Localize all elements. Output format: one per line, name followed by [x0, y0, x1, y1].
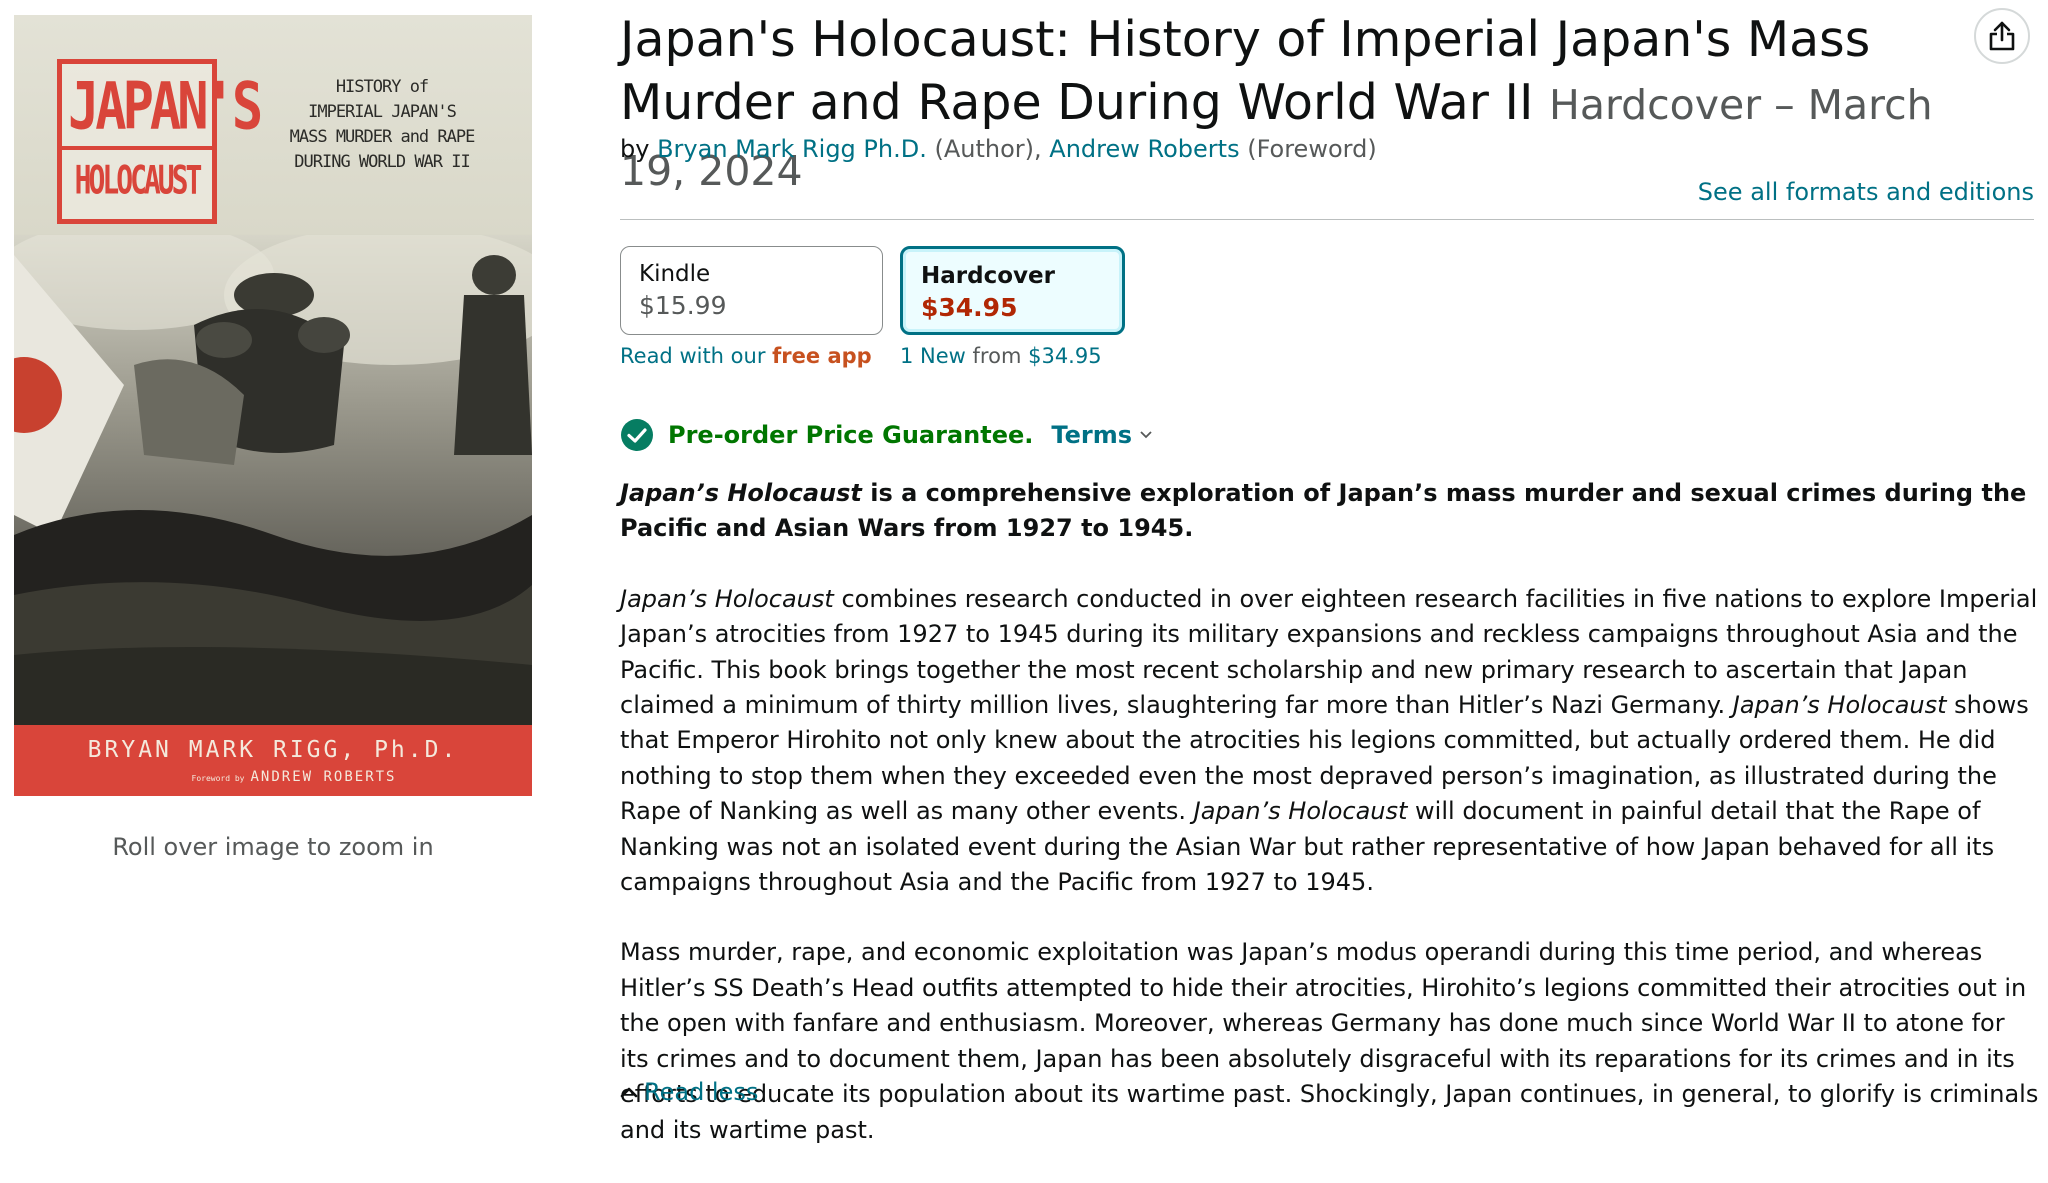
- check-circle-icon: [621, 419, 653, 451]
- format-name: Kindle: [639, 261, 711, 287]
- description-paragraph: Mass murder, rape, and economic exploita…: [620, 938, 2039, 1144]
- new-offers-link[interactable]: 1 New from $34.95: [900, 344, 1102, 368]
- cover-foreword-name: ANDREW ROBERTS: [250, 769, 397, 785]
- format-name: Hardcover: [921, 263, 1055, 289]
- new-from: from: [972, 344, 1022, 368]
- product-title: Japan's Holocaust: History of Imperial J…: [620, 8, 1960, 203]
- book-title-italic: Japan’s Holocaust: [620, 584, 834, 613]
- new-count: 1 New: [900, 344, 966, 368]
- free-app-bold: free app: [772, 344, 872, 368]
- chevron-up-icon: [620, 1087, 638, 1098]
- book-description: Japan’s Holocaust is a comprehensive exp…: [620, 476, 2040, 1183]
- share-icon: [1989, 21, 2015, 51]
- byline-by: by: [620, 135, 650, 163]
- preorder-guarantee: Pre-order Price Guarantee. Terms: [620, 418, 1152, 452]
- author-link-roberts[interactable]: Andrew Roberts: [1049, 135, 1239, 163]
- description-lead: Japan’s Holocaust is a comprehensive exp…: [620, 476, 2040, 547]
- cover-subtitle-line: MASS MURDER and RAPE: [289, 127, 476, 147]
- cover-author: BRYAN MARK RIGG, Ph.D.: [87, 737, 459, 763]
- book-cover-image[interactable]: JAPAN'S HOLOCAUST HISTORY of IMPERIAL JA…: [14, 15, 532, 796]
- zoom-hint-text: Roll over image to zoom in: [112, 833, 434, 861]
- format-option-kindle[interactable]: Kindle $15.99: [620, 246, 883, 335]
- read-less-link[interactable]: Read less: [620, 1078, 758, 1106]
- cover-title-line2: HOLOCAUST: [74, 157, 203, 204]
- cover-foreword: Foreword by ANDREW ROBERTS: [14, 769, 532, 785]
- free-app-prefix: Read with our: [620, 344, 766, 368]
- cover-subtitle: HISTORY of IMPERIAL JAPAN'S MASS MURDER …: [242, 75, 522, 175]
- cover-title-box: JAPAN'S HOLOCAUST: [57, 59, 263, 224]
- author-link-rigg[interactable]: Bryan Mark Rigg Ph.D.: [657, 135, 927, 163]
- format-price: $34.95: [921, 293, 1018, 322]
- format-price: $15.99: [639, 291, 727, 320]
- chevron-down-icon: [1140, 431, 1152, 439]
- free-app-link[interactable]: Read with our free app: [620, 344, 872, 368]
- cover-subtitle-line: IMPERIAL JAPAN'S: [308, 102, 457, 122]
- author-role: (Author),: [934, 135, 1042, 163]
- byline: by Bryan Mark Rigg Ph.D. (Author), Andre…: [620, 135, 1377, 163]
- book-title-italic: Japan’s Holocaust: [620, 479, 862, 507]
- foreword-role: (Foreword): [1247, 135, 1377, 163]
- terms-label: Terms: [1051, 421, 1132, 449]
- guarantee-label: Pre-order Price Guarantee.: [668, 421, 1034, 449]
- book-title-italic: Japan’s Holocaust: [1193, 797, 1408, 826]
- new-price: $34.95: [1028, 344, 1102, 368]
- cover-subtitle-line: HISTORY of: [335, 77, 429, 97]
- cover-foreword-prefix: Foreword by: [191, 774, 245, 783]
- read-less-label: Read less: [644, 1078, 759, 1106]
- terms-dropdown[interactable]: Terms: [1051, 421, 1152, 449]
- format-option-hardcover[interactable]: Hardcover $34.95: [900, 246, 1125, 335]
- divider: [620, 219, 2034, 220]
- cover-photo-soldiers: [14, 235, 532, 725]
- share-button[interactable]: [1974, 8, 2030, 64]
- see-all-formats-link[interactable]: See all formats and editions: [1698, 178, 2034, 206]
- description-paragraph: Japan’s Holocaust combines research cond…: [620, 582, 2040, 901]
- book-title-italic: Japan’s Holocaust: [1732, 691, 1947, 720]
- cover-subtitle-line: DURING WORLD WAR II: [294, 152, 470, 172]
